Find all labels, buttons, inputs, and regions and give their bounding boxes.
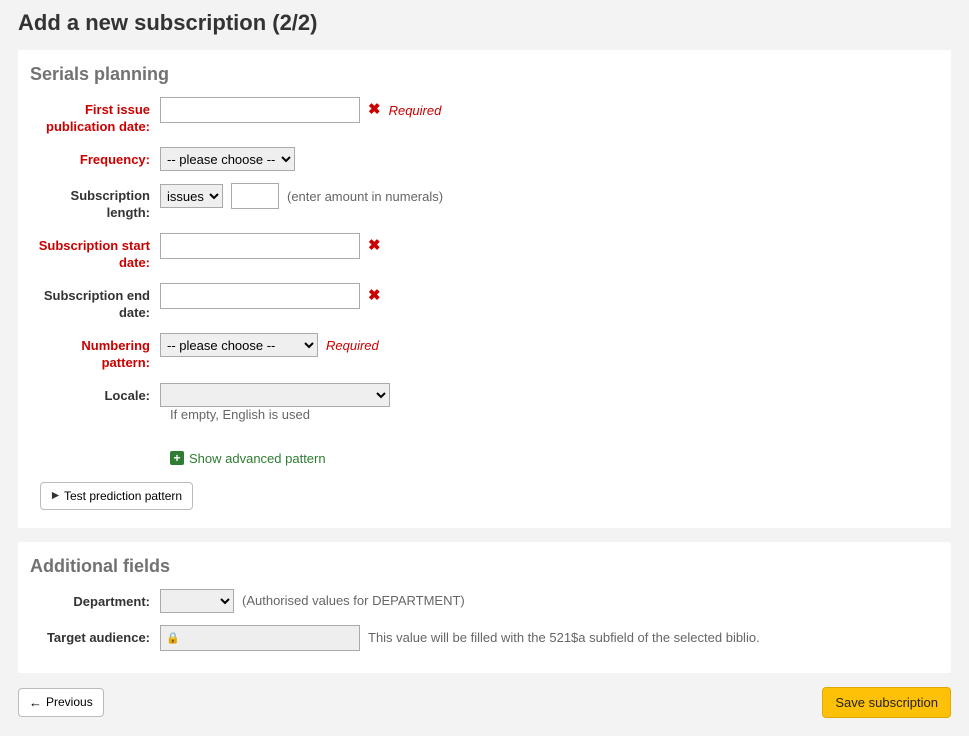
clear-start-date-icon[interactable]: ✖ [368,233,381,259]
numbering-label: Numbering pattern: [30,333,160,371]
sub-length-hint: (enter amount in numerals) [287,189,443,204]
locale-note: If empty, English is used [170,407,939,422]
target-audience-label: Target audience: [30,625,160,646]
first-issue-required: Required [389,103,442,118]
save-label: Save subscription [835,695,938,710]
show-advanced-pattern-toggle[interactable]: + Show advanced pattern [170,451,326,466]
start-date-label: Subscription start date: [30,233,160,271]
save-subscription-button[interactable]: Save subscription [822,687,951,718]
previous-button[interactable]: ← Previous [18,688,104,717]
sub-length-unit-select[interactable]: issues [160,184,223,208]
frequency-select[interactable]: -- please choose -- [160,147,295,171]
locale-row: Locale: [30,383,939,407]
first-issue-row: First issue publication date: ✖ Required [30,97,939,135]
test-prediction-label: Test prediction pattern [64,489,182,503]
additional-fields-legend: Additional fields [30,556,939,577]
end-date-label: Subscription end date: [30,283,160,321]
department-hint: (Authorised values for DEPARTMENT) [242,593,465,608]
sub-length-amount-input[interactable] [231,183,279,209]
first-issue-label: First issue publication date: [30,97,160,135]
previous-label: Previous [46,695,93,709]
end-date-row: Subscription end date: ✖ [30,283,939,321]
target-audience-input [160,625,360,651]
advanced-toggle-label: Show advanced pattern [189,451,326,466]
department-label: Department: [30,589,160,610]
frequency-label: Frequency: [30,147,160,168]
serials-planning-legend: Serials planning [30,64,939,85]
end-date-input[interactable] [160,283,360,309]
locale-label: Locale: [30,383,160,404]
serials-planning-panel: Serials planning First issue publication… [18,50,951,528]
lock-icon: 🔒 [166,631,180,644]
page-title: Add a new subscription (2/2) [18,10,951,36]
start-date-input[interactable] [160,233,360,259]
sub-length-label: Subscription length: [30,183,160,221]
additional-fields-panel: Additional fields Department: (Authorise… [18,542,951,673]
footer-bar: ← Previous Save subscription [18,687,951,718]
numbering-required: Required [326,338,379,353]
frequency-row: Frequency: -- please choose -- [30,147,939,171]
plus-icon: + [170,451,184,465]
department-row: Department: (Authorised values for DEPAR… [30,589,939,613]
numbering-select[interactable]: -- please choose -- [160,333,318,357]
department-select[interactable] [160,589,234,613]
target-audience-hint: This value will be filled with the 521$a… [368,630,760,645]
sub-length-row: Subscription length: issues (enter amoun… [30,183,939,221]
first-issue-input[interactable] [160,97,360,123]
arrow-left-icon: ← [29,695,42,710]
test-prediction-button[interactable]: Test prediction pattern [40,482,193,510]
play-icon [51,489,60,503]
clear-first-issue-icon[interactable]: ✖ [368,97,381,123]
clear-end-date-icon[interactable]: ✖ [368,283,381,309]
locale-select[interactable] [160,383,390,407]
target-audience-row: Target audience: 🔒 This value will be fi… [30,625,939,651]
start-date-row: Subscription start date: ✖ [30,233,939,271]
numbering-row: Numbering pattern: -- please choose -- R… [30,333,939,371]
